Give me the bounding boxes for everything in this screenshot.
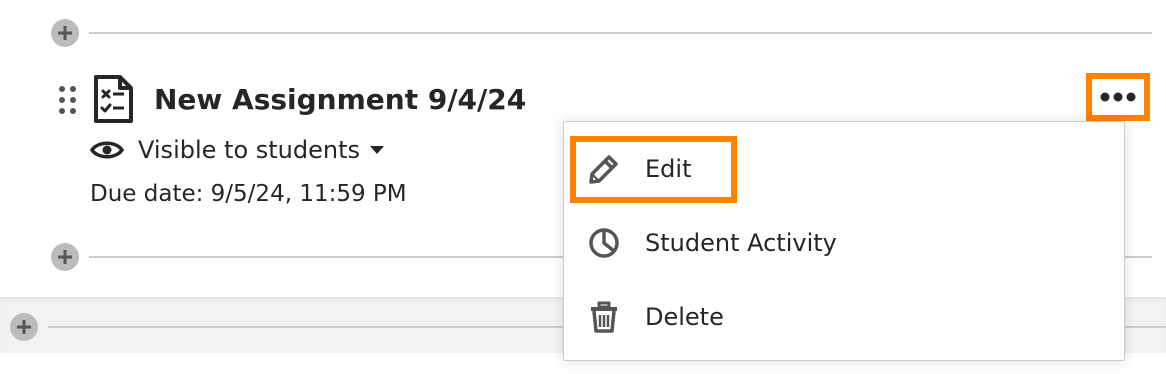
more-options-icon <box>1100 92 1136 102</box>
plus-icon <box>58 250 72 264</box>
menu-item-edit-label: Edit <box>645 155 692 183</box>
menu-item-delete[interactable]: Delete <box>564 289 1124 345</box>
pie-chart-icon <box>589 228 619 258</box>
due-date: Due date: 9/5/24, 11:59 PM <box>90 181 407 207</box>
menu-item-edit[interactable]: Edit <box>564 141 1124 197</box>
plus-icon <box>17 320 31 334</box>
menu-item-student-activity-label: Student Activity <box>645 229 837 257</box>
menu-item-delete-label: Delete <box>645 303 724 331</box>
add-content-divider-top <box>89 32 1152 34</box>
trash-icon <box>591 301 617 333</box>
eye-icon <box>90 141 124 159</box>
pencil-icon <box>589 155 618 184</box>
caret-down-icon <box>370 146 384 154</box>
item-options-menu: Edit Student Activity Delete <box>563 121 1125 361</box>
more-options-button[interactable] <box>1086 73 1150 121</box>
add-content-button-middle[interactable] <box>51 243 79 271</box>
visibility-label: Visible to students <box>138 136 360 164</box>
visibility-dropdown[interactable]: Visible to students <box>90 130 384 170</box>
assignment-document-icon <box>94 75 133 123</box>
drag-handle-icon[interactable] <box>58 85 78 115</box>
assignment-title[interactable]: New Assignment 9/4/24 <box>154 76 526 124</box>
add-content-divider-middle-end <box>1125 256 1152 258</box>
add-content-button-bottom[interactable] <box>10 313 38 341</box>
add-content-divider-bottom-end <box>1125 326 1166 328</box>
add-content-divider-middle <box>89 256 563 258</box>
menu-item-student-activity[interactable]: Student Activity <box>564 215 1124 271</box>
add-content-divider-bottom <box>48 326 563 328</box>
plus-icon <box>58 26 72 40</box>
add-content-button-top[interactable] <box>51 19 79 47</box>
